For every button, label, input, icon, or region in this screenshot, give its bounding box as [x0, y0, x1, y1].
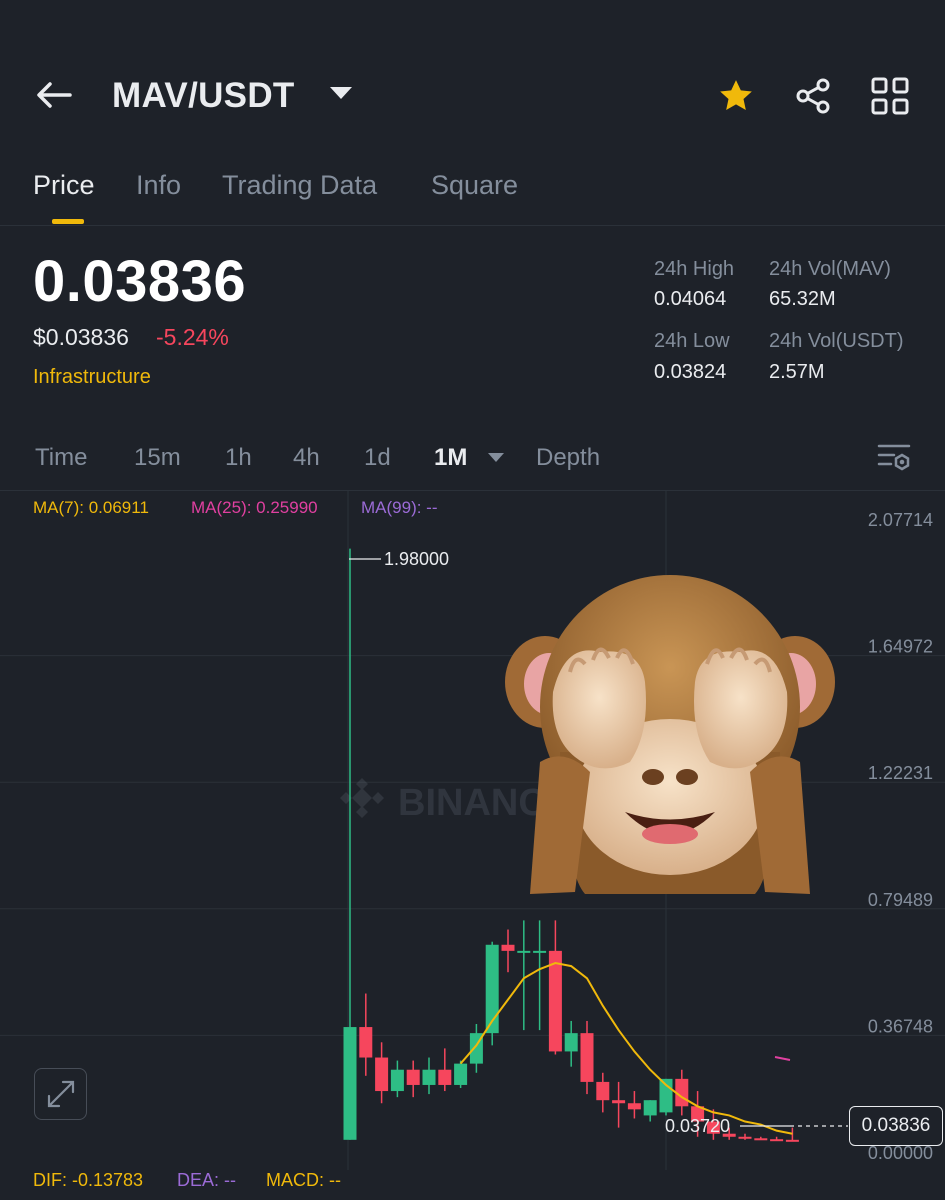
interval-1m[interactable]: 1M	[434, 444, 467, 472]
candle	[375, 1042, 389, 1104]
tab-info[interactable]: Info	[136, 170, 181, 201]
see-no-evil-monkey-icon	[505, 575, 835, 894]
candle	[770, 1136, 784, 1142]
interval-15m[interactable]: 15m	[134, 444, 181, 472]
candle-body	[596, 1081, 610, 1101]
macd-label: MACD: --	[266, 1170, 341, 1190]
candle-body	[359, 1027, 373, 1058]
candle	[454, 1060, 468, 1089]
y-tick-label: 1.22231	[868, 763, 933, 783]
candle-body	[390, 1069, 404, 1092]
interval-1d[interactable]: 1d	[364, 444, 391, 472]
star-icon[interactable]	[714, 74, 758, 118]
candle	[422, 1057, 436, 1095]
candle-body	[564, 1033, 578, 1052]
vol-usdt-label: 24h Vol(USDT)	[769, 330, 904, 352]
candle	[564, 1020, 578, 1067]
candle-body	[533, 950, 547, 953]
ma7-line	[459, 962, 793, 1135]
vol-mav-value: 65.32M	[769, 288, 836, 310]
candle-body	[375, 1057, 389, 1092]
tab-square[interactable]: Square	[431, 170, 518, 201]
y-tick-label: 1.64972	[868, 637, 933, 657]
vol-usdt-value: 2.57M	[769, 361, 825, 383]
candle-body	[754, 1138, 768, 1141]
pair-dropdown-caret-icon[interactable]	[330, 87, 352, 99]
dif-label: DIF: -0.13783	[33, 1170, 144, 1190]
vol-mav-label: 24h Vol(MAV)	[769, 258, 891, 280]
high-24h-value: 0.04064	[654, 288, 727, 310]
candle	[359, 993, 373, 1076]
ma25-segment	[774, 1056, 791, 1061]
low-marker-label: 0.03720	[665, 1116, 730, 1136]
candle-body	[501, 944, 515, 951]
candle-body	[454, 1063, 468, 1085]
last-price: 0.03836	[33, 249, 247, 314]
interval-more-caret-icon[interactable]	[488, 453, 504, 462]
tab-trading-data[interactable]: Trading Data	[222, 170, 377, 201]
candle-body	[785, 1139, 799, 1142]
y-tick-label: 0.00000	[868, 1143, 933, 1163]
candle	[406, 1060, 420, 1098]
dea-label: DEA: --	[177, 1170, 237, 1190]
candle	[627, 1091, 641, 1119]
candle-body	[343, 1027, 357, 1140]
y-tick-label: 0.79489	[868, 890, 933, 910]
candle	[738, 1133, 752, 1140]
low-marker: 0.03720	[665, 1116, 790, 1136]
candle	[501, 929, 515, 973]
candle-body	[580, 1033, 594, 1082]
share-icon[interactable]	[791, 74, 835, 118]
grid-icon[interactable]	[868, 74, 912, 118]
candle	[754, 1136, 768, 1141]
high-marker-label: 1.98000	[384, 549, 449, 569]
high-marker: 1.98000	[349, 549, 449, 569]
trading-pair-title[interactable]: MAV/USDT	[112, 76, 295, 116]
chart-settings-icon[interactable]	[876, 440, 916, 476]
candle	[438, 1048, 452, 1092]
y-tick-label: 2.07714	[868, 510, 933, 530]
category-tag[interactable]: Infrastructure	[33, 366, 151, 389]
candle	[596, 1072, 610, 1113]
low-24h-label: 24h Low	[654, 330, 730, 352]
candle-body	[517, 950, 531, 953]
candle-body	[770, 1139, 784, 1142]
candle-body	[643, 1100, 657, 1116]
high-24h-label: 24h High	[654, 258, 735, 280]
candle	[469, 1024, 483, 1073]
candle-body	[406, 1069, 420, 1085]
interval-time[interactable]: Time	[35, 444, 87, 472]
y-axis-ticks: 2.07714 1.64972 1.22231 0.79489 0.36748 0.000…	[868, 510, 933, 1163]
candle-body	[438, 1069, 452, 1085]
section-tabs: Price Info Trading Data Square	[0, 160, 945, 226]
interval-selector: Time 15m 1h 4h 1d 1M Depth	[0, 440, 945, 480]
back-arrow-icon[interactable]	[34, 78, 74, 112]
candle	[612, 1081, 626, 1128]
expand-chart-button[interactable]	[34, 1068, 87, 1120]
candle-body	[612, 1100, 626, 1104]
candle-body	[548, 950, 562, 1052]
last-price-tag: 0.03836	[849, 1106, 943, 1146]
interval-1h[interactable]: 1h	[225, 444, 252, 472]
interval-4h[interactable]: 4h	[293, 444, 320, 472]
expand-icon	[47, 1080, 74, 1108]
top-bar: MAV/USDT	[0, 48, 945, 144]
candle	[533, 920, 547, 1031]
candle	[580, 1020, 594, 1095]
candle	[548, 920, 562, 1055]
interval-depth[interactable]: Depth	[536, 444, 600, 472]
candle-body	[627, 1103, 641, 1110]
tab-price[interactable]: Price	[33, 170, 95, 201]
low-24h-value: 0.03824	[654, 361, 727, 383]
price-change-percent: -5.24%	[156, 324, 229, 350]
price-usd: $0.03836	[33, 324, 129, 350]
candle-body	[738, 1136, 752, 1139]
candle	[643, 1100, 657, 1122]
candle	[390, 1060, 404, 1098]
candle	[785, 1127, 799, 1142]
active-tab-indicator	[52, 219, 84, 224]
y-tick-label: 0.36748	[868, 1016, 933, 1036]
candle-body	[422, 1069, 436, 1085]
candle	[343, 548, 357, 1140]
